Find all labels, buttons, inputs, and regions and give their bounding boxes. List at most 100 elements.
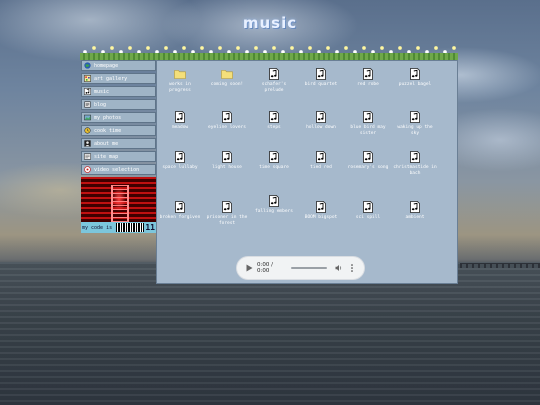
sidebar-item-video-selection[interactable]: video selection bbox=[81, 164, 156, 175]
file-label: sci spill bbox=[355, 215, 381, 220]
sidebar-item-label: homepage bbox=[94, 62, 119, 69]
video-icon bbox=[84, 166, 91, 173]
file-label: prisoner in the forest bbox=[206, 215, 248, 226]
file-label: tied red bbox=[310, 165, 332, 170]
file-label: time square bbox=[259, 165, 289, 170]
progress-slider[interactable] bbox=[291, 267, 327, 269]
file-label: eyeline lovers bbox=[208, 125, 246, 130]
music-file-icon bbox=[222, 201, 232, 213]
music-file-icon bbox=[363, 151, 373, 163]
audio-file-item[interactable]: steps bbox=[251, 111, 297, 131]
music-file-icon bbox=[269, 195, 279, 207]
music-file-icon bbox=[222, 151, 232, 163]
music-file-icon bbox=[175, 151, 185, 163]
audio-file-item[interactable]: rosemary's song bbox=[345, 151, 391, 171]
audio-file-item[interactable]: puzzel bagel bbox=[392, 68, 438, 88]
file-label: meadow bbox=[171, 125, 189, 130]
page-title: music bbox=[242, 14, 298, 32]
music-file-icon bbox=[269, 151, 279, 163]
audio-file-item[interactable]: sci spill bbox=[345, 201, 391, 221]
folder-icon bbox=[174, 70, 186, 79]
folder-icon bbox=[221, 70, 233, 79]
mycode-number: 11 bbox=[145, 223, 155, 232]
music-file-icon bbox=[316, 151, 326, 163]
music-file-icon bbox=[316, 201, 326, 213]
music-file-icon bbox=[363, 68, 373, 80]
sidebar-item-cook-time[interactable]: cook time bbox=[81, 125, 156, 136]
pier bbox=[460, 263, 540, 268]
play-icon[interactable] bbox=[244, 263, 254, 273]
file-label: schafer's prelude bbox=[261, 82, 287, 93]
file-label: rosemary's song bbox=[347, 165, 389, 170]
audio-file-item[interactable]: christmastide in bach bbox=[392, 151, 438, 177]
audio-file-item[interactable]: blue bird may sister bbox=[345, 111, 391, 137]
volume-icon[interactable] bbox=[335, 264, 343, 272]
audio-file-item[interactable]: waking up the sky bbox=[392, 111, 438, 137]
music-file-icon bbox=[363, 111, 373, 123]
audio-file-item[interactable]: space lullaby bbox=[157, 151, 203, 171]
file-label: coming soon! bbox=[210, 82, 244, 87]
audio-player[interactable]: 0:00 / 0:00 bbox=[237, 257, 364, 279]
music-note-icon bbox=[84, 88, 91, 95]
sidebar-item-label: art gallery bbox=[94, 75, 128, 82]
music-file-icon bbox=[410, 111, 420, 123]
flower-border bbox=[80, 38, 458, 60]
audio-file-item[interactable]: BOOM bigspot bbox=[298, 201, 344, 221]
folder-item[interactable]: works in progress bbox=[157, 68, 203, 94]
audio-file-item[interactable]: falling embers bbox=[251, 195, 297, 215]
cook-icon bbox=[84, 127, 91, 134]
file-label: steps bbox=[267, 125, 281, 130]
person-icon bbox=[84, 140, 91, 147]
mycode-label: my code is bbox=[82, 224, 113, 231]
sidebar-item-my-photos[interactable]: my photos bbox=[81, 112, 156, 123]
file-label: hollow down bbox=[306, 125, 336, 130]
sidebar-item-homepage[interactable]: homepage bbox=[81, 60, 156, 71]
music-file-icon bbox=[363, 201, 373, 213]
file-label: space lullaby bbox=[162, 165, 198, 170]
audio-file-item[interactable]: broken forgiven bbox=[157, 201, 203, 221]
audio-file-item[interactable]: tied red bbox=[298, 151, 344, 171]
music-file-icon bbox=[269, 111, 279, 123]
globe-icon bbox=[84, 62, 91, 69]
sidebar-item-site-map[interactable]: site map bbox=[81, 151, 156, 162]
file-label: waking up the sky bbox=[397, 125, 433, 136]
file-label: falling embers bbox=[255, 209, 293, 214]
sidebar-item-about-me[interactable]: about me bbox=[81, 138, 156, 149]
sidebar-item-art-gallery[interactable]: art gallery bbox=[81, 73, 156, 84]
player-time: 0:00 / 0:00 bbox=[257, 262, 273, 274]
map-icon bbox=[84, 153, 91, 160]
photo-icon bbox=[84, 114, 91, 121]
mycode-badge: my code is 11 bbox=[81, 222, 156, 233]
music-file-icon bbox=[175, 201, 185, 213]
music-file-icon bbox=[410, 201, 420, 213]
audio-file-item[interactable]: hollow down bbox=[298, 111, 344, 131]
file-label: christmastide in bach bbox=[393, 165, 437, 176]
more-options-icon[interactable] bbox=[349, 264, 355, 272]
skeleton-xray-image: my code is 11 bbox=[81, 177, 156, 233]
sidebar-item-label: about me bbox=[94, 140, 119, 147]
file-label: blue bird may sister bbox=[350, 125, 386, 136]
audio-file-item[interactable]: meadow bbox=[157, 111, 203, 131]
file-label: red robe bbox=[357, 82, 379, 87]
music-file-icon bbox=[269, 68, 279, 80]
file-label: light house bbox=[212, 165, 242, 170]
sidebar-item-music[interactable]: music bbox=[81, 86, 156, 97]
barcode-icon bbox=[116, 223, 145, 232]
audio-file-item[interactable]: prisoner in the forest bbox=[204, 201, 250, 227]
file-label: bird quartet bbox=[304, 82, 338, 87]
audio-file-item[interactable]: time square bbox=[251, 151, 297, 171]
music-file-icon bbox=[316, 111, 326, 123]
audio-file-item[interactable]: eyeline lovers bbox=[204, 111, 250, 131]
sidebar-item-blog[interactable]: blog bbox=[81, 99, 156, 110]
sidebar-item-label: site map bbox=[94, 153, 119, 160]
audio-file-item[interactable]: red robe bbox=[345, 68, 391, 88]
audio-file-item[interactable]: ambient bbox=[392, 201, 438, 221]
audio-file-item[interactable]: schafer's prelude bbox=[251, 68, 297, 94]
sidebar-item-label: video selection bbox=[94, 166, 140, 173]
sidebar-item-label: blog bbox=[94, 101, 107, 108]
audio-file-item[interactable]: bird quartet bbox=[298, 68, 344, 88]
audio-file-item[interactable]: light house bbox=[204, 151, 250, 171]
folder-item[interactable]: coming soon! bbox=[204, 68, 250, 88]
sidebar-item-label: cook time bbox=[94, 127, 122, 134]
file-label: puzzel bagel bbox=[398, 82, 432, 87]
